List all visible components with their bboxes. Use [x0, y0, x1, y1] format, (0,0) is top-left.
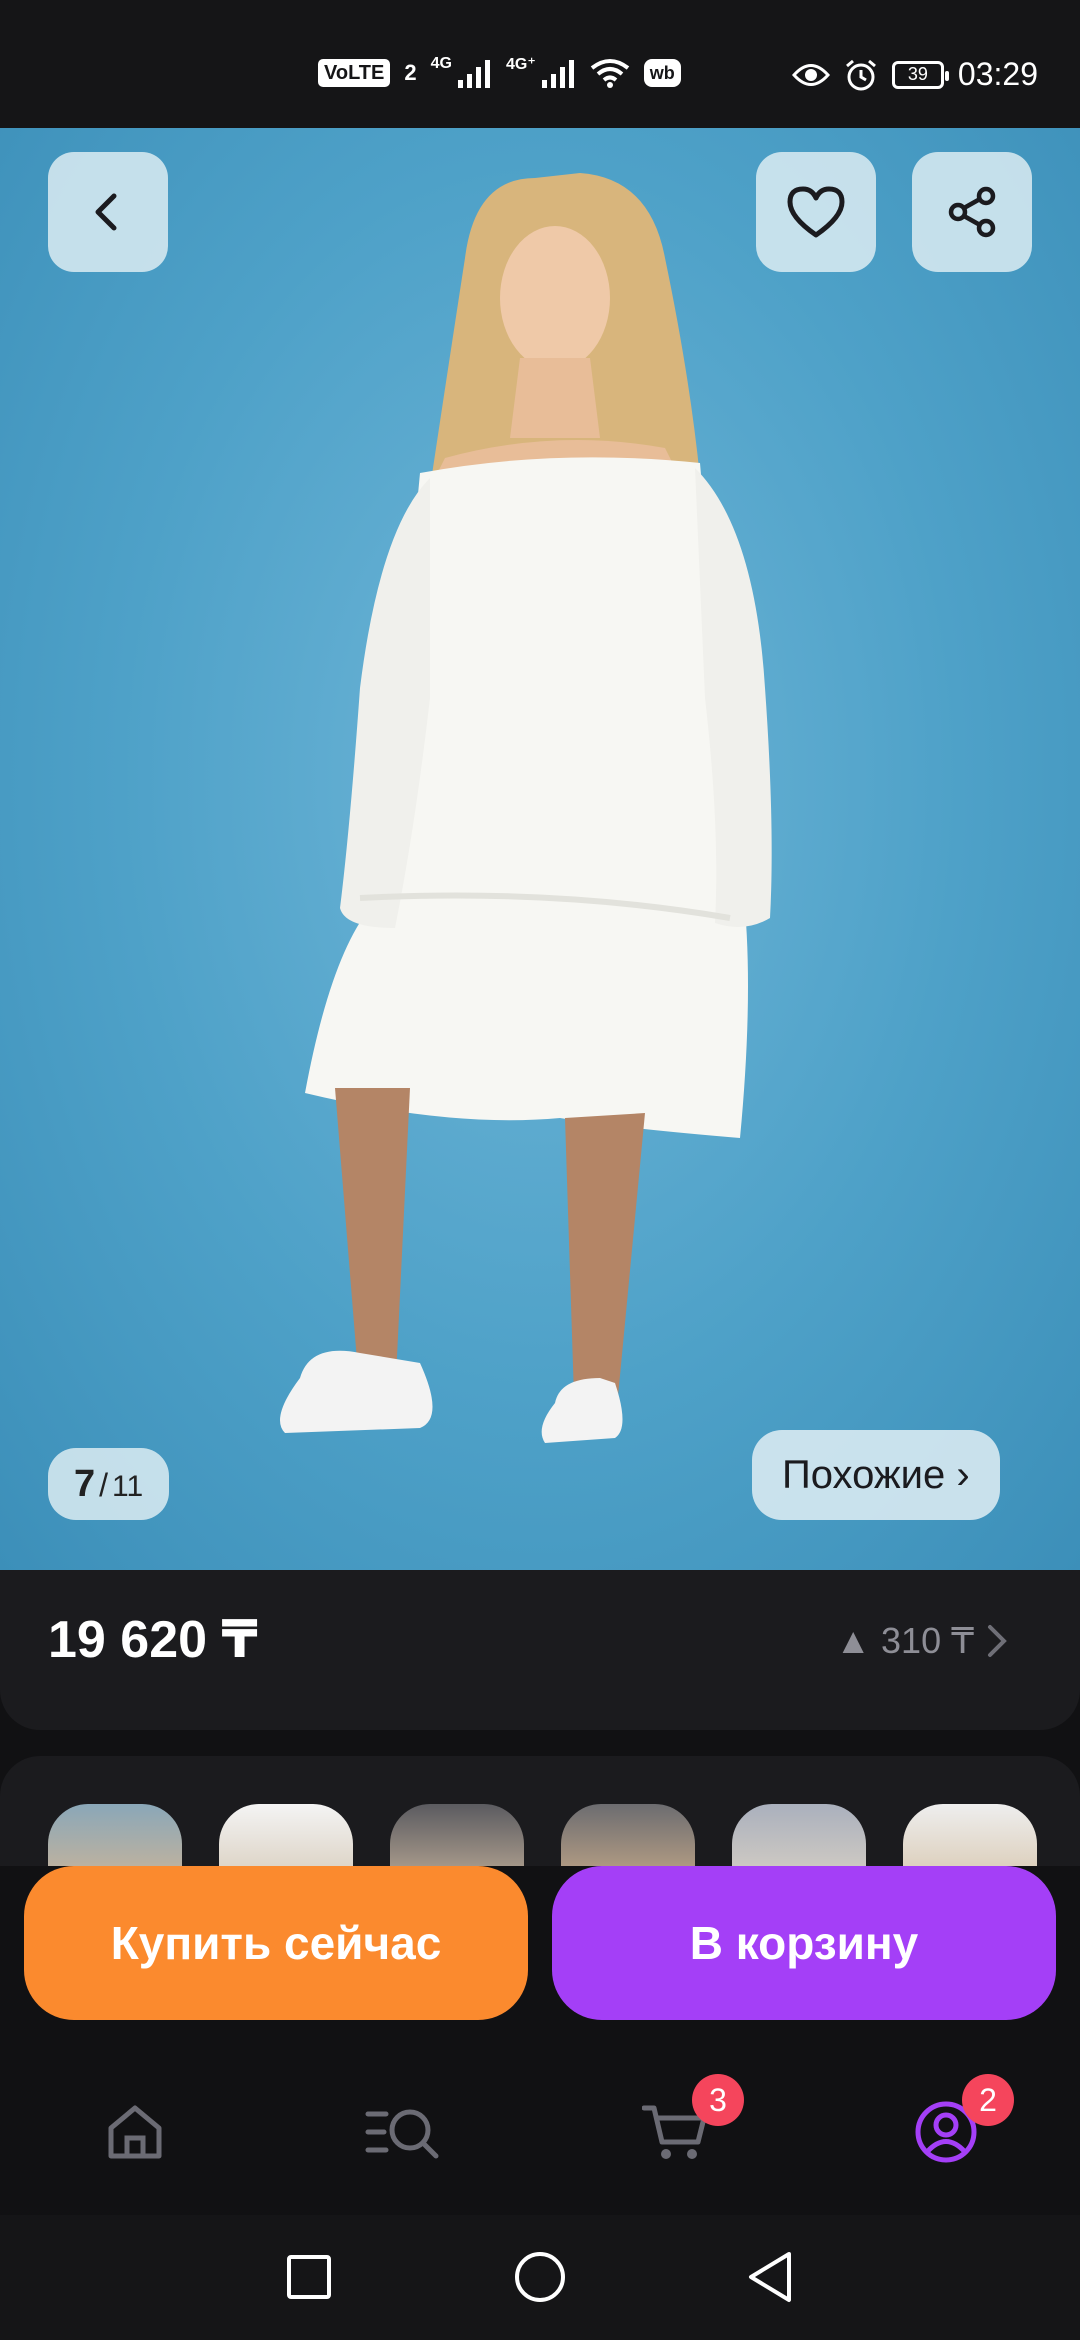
- thumbnail[interactable]: [903, 1804, 1037, 1866]
- nav-profile[interactable]: 2: [906, 2074, 1014, 2172]
- status-left: VoLTE 2 4G 4G⁺ wb: [318, 55, 681, 88]
- thumbnail-strip: [0, 1756, 1080, 1866]
- thumbnail[interactable]: [48, 1804, 182, 1866]
- price-card: 19 620 ₸ ▲ 310 ₸: [0, 1570, 1080, 1730]
- sim-indicator: 2: [404, 60, 417, 85]
- nav-cart[interactable]: 3: [636, 2074, 744, 2172]
- signal-icon: [541, 60, 574, 88]
- price-history-button[interactable]: ▲ 310 ₸: [835, 1620, 1008, 1662]
- triangle-back-icon: [749, 2252, 791, 2302]
- wifi-icon: [590, 59, 629, 88]
- clock: 03:29: [957, 56, 1038, 92]
- product-photo-illustration: [280, 173, 772, 1443]
- photo-counter: 7 / 11: [48, 1448, 170, 1520]
- thumbnail[interactable]: [732, 1804, 866, 1866]
- system-home-button[interactable]: [510, 2247, 570, 2307]
- alarm-icon: [845, 59, 876, 90]
- photo-counter-total: 11: [112, 1470, 144, 1503]
- thumbnail[interactable]: [561, 1804, 695, 1866]
- battery-icon: 39: [891, 60, 949, 89]
- cart-badge: 3: [692, 2074, 744, 2126]
- nav-home[interactable]: [95, 2092, 175, 2172]
- volte-badge: VoLTE: [318, 59, 391, 87]
- back-icon: [95, 193, 117, 231]
- eye-icon: [791, 63, 830, 86]
- network-type-1: 4G: [430, 55, 452, 72]
- chevron-right-icon: [988, 1625, 1007, 1657]
- product-price: 19 620 ₸: [48, 1611, 258, 1669]
- heart-icon: [787, 186, 845, 238]
- system-back-button[interactable]: [740, 2247, 800, 2307]
- battery-level: 39: [907, 64, 928, 84]
- share-button[interactable]: [912, 152, 1032, 272]
- nav-catalog[interactable]: [364, 2092, 444, 2172]
- system-nav-bar: [0, 2215, 1080, 2340]
- catalog-search-icon: [365, 2109, 439, 2159]
- price-change: ▲ 310 ₸: [835, 1620, 974, 1661]
- back-button[interactable]: [48, 152, 168, 272]
- home-icon: [108, 2105, 162, 2159]
- buy-now-button[interactable]: Купить сейчас: [24, 1866, 528, 2020]
- profile-badge: 2: [962, 2074, 1014, 2126]
- network-type-2: 4G⁺: [505, 56, 536, 73]
- thumbnail[interactable]: [219, 1804, 353, 1866]
- photo-counter-current: 7: [74, 1463, 96, 1505]
- add-to-cart-button[interactable]: В корзину: [552, 1866, 1056, 2020]
- similar-button-label: Похожие ›: [782, 1452, 970, 1497]
- square-icon: [287, 2255, 331, 2299]
- thumbnail[interactable]: [390, 1804, 524, 1866]
- signal-icon: [457, 60, 490, 88]
- product-photo[interactable]: 7 / 11 Похожие ›: [0, 128, 1080, 1570]
- share-icon: [948, 186, 996, 238]
- wb-app-badge: wb: [643, 59, 681, 87]
- similar-button[interactable]: Похожие ›: [752, 1430, 1000, 1520]
- recent-apps-button[interactable]: [279, 2247, 339, 2307]
- favorite-button[interactable]: [756, 152, 876, 272]
- circle-icon: [515, 2252, 565, 2302]
- photo-counter-separator: /: [99, 1467, 109, 1503]
- status-bar: VoLTE 2 4G 4G⁺ wb 39 03:29: [0, 0, 1080, 128]
- status-right: 39 03:29: [791, 56, 1038, 93]
